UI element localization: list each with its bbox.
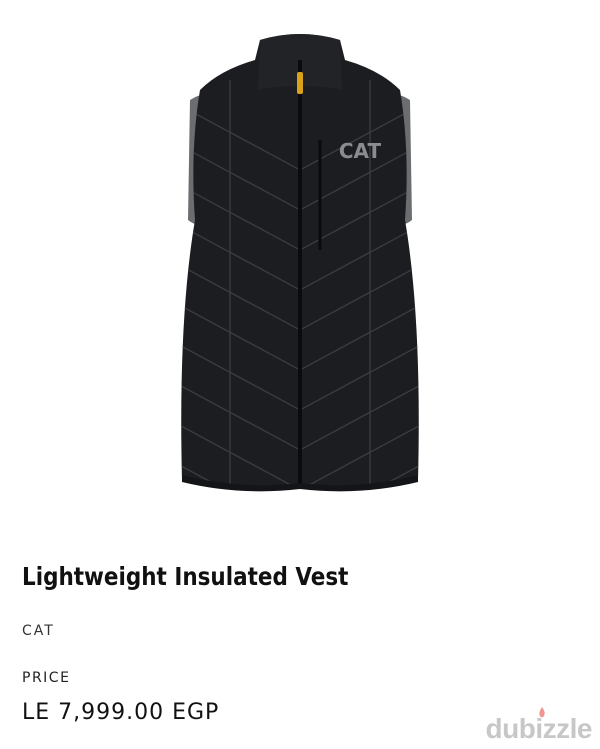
product-title: Lightweight Insulated Vest [22,562,349,591]
price-value: LE 7,999.00 EGP [22,700,220,725]
vest-illustration: CAT [181,34,419,492]
product-image[interactable]: CAT [160,20,440,500]
brand-name: CAT [22,623,55,639]
price-label: PRICE [22,670,71,686]
flame-icon [538,707,545,718]
cat-logo-icon: CAT [339,139,382,163]
zipper-pull-icon [297,72,303,94]
dubizzle-watermark: dubizzle [486,707,593,745]
svg-text:CAT: CAT [339,139,382,163]
